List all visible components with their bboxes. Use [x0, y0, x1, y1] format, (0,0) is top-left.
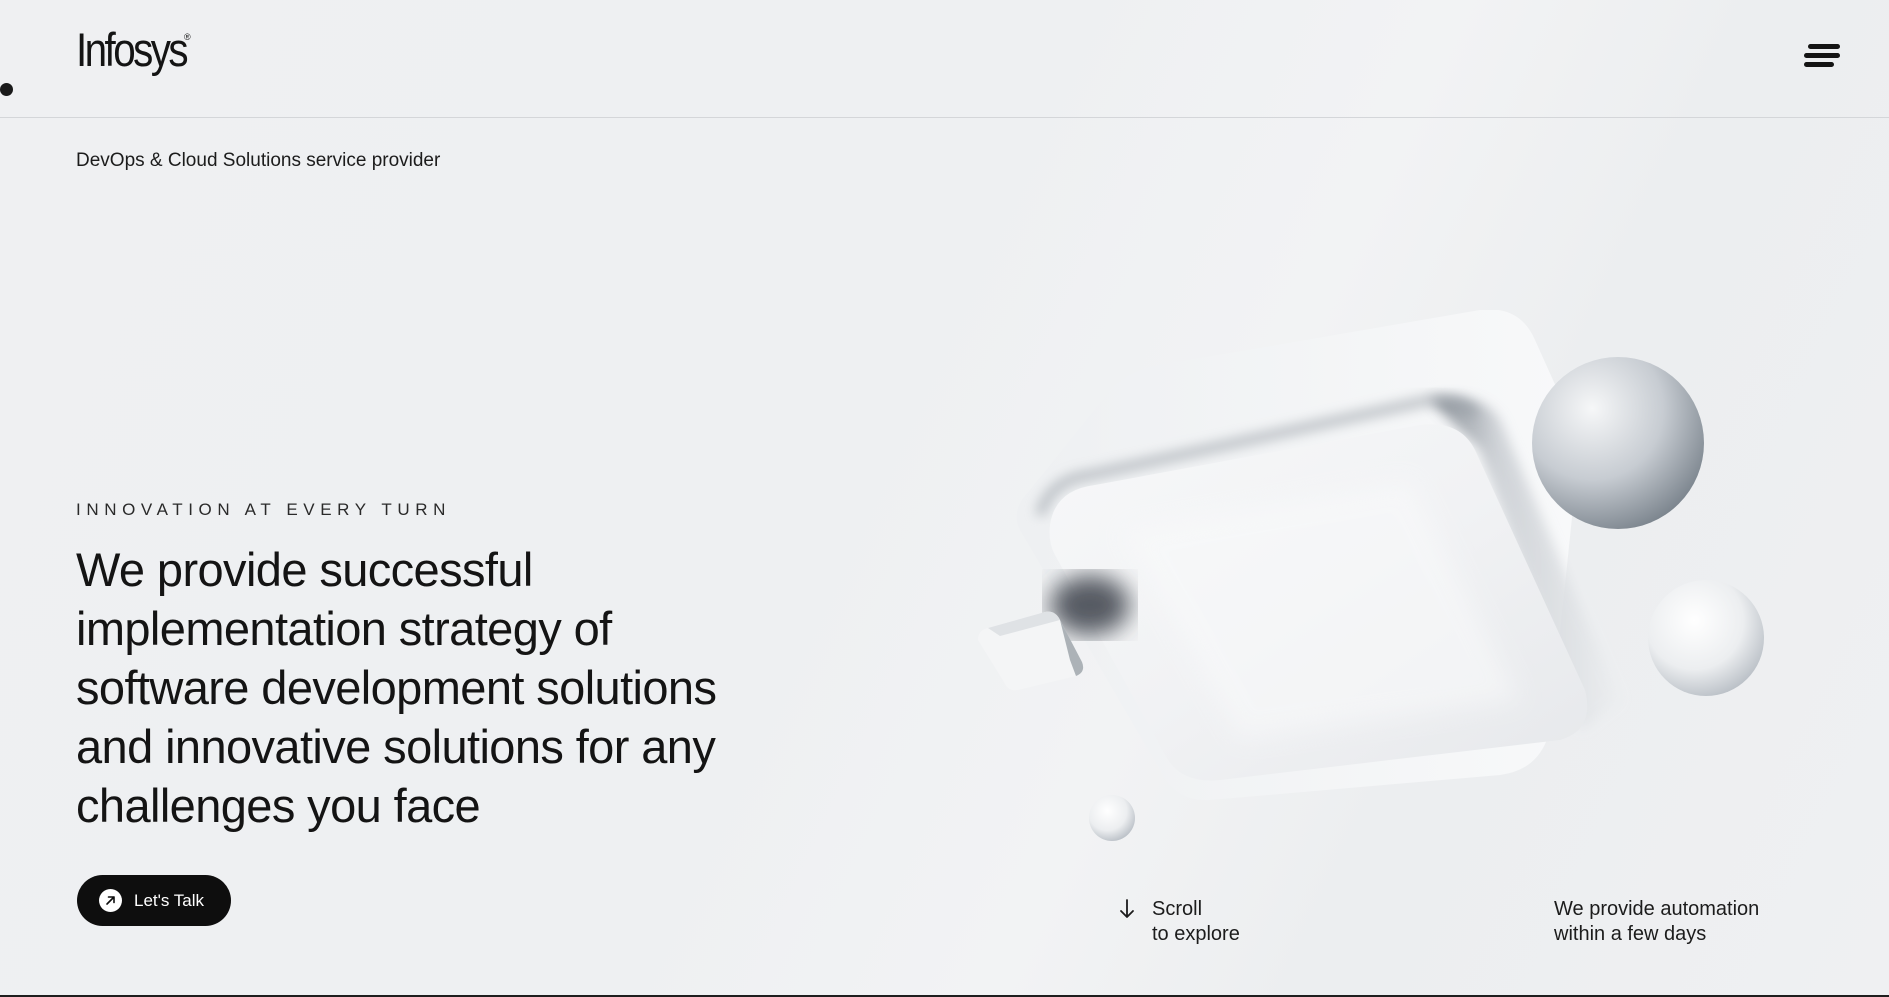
hamburger-menu-icon[interactable] — [1800, 44, 1840, 70]
automation-line-2: within a few days — [1554, 923, 1707, 945]
automation-line-1: We provide automation — [1554, 898, 1760, 920]
lets-talk-label: Let's Talk — [134, 890, 205, 910]
cursor-dot — [0, 83, 13, 96]
scroll-line-2: to explore — [1152, 923, 1240, 945]
menu-line — [1804, 62, 1834, 67]
arrow-up-right-icon — [99, 889, 122, 912]
site-header: Infosys ® — [0, 0, 1889, 118]
registered-mark: ® — [184, 32, 191, 42]
hero-eyebrow: INNOVATION AT EVERY TURN — [76, 500, 451, 519]
scroll-text: Scroll to explore — [1152, 897, 1240, 947]
service-tagline: DevOps & Cloud Solutions service provide… — [76, 150, 441, 171]
landing-page: Infosys ® DevOps & Cloud Solutions servi… — [0, 0, 1889, 997]
menu-line — [1808, 44, 1840, 49]
scroll-to-explore[interactable]: Scroll to explore — [1118, 897, 1240, 947]
hero-cube-illustration — [978, 310, 1764, 841]
infosys-logo[interactable]: Infosys — [76, 26, 189, 73]
arrow-down-icon — [1120, 899, 1134, 918]
lets-talk-button[interactable]: Let's Talk — [77, 875, 231, 926]
automation-note: We provide automation within a few days — [1554, 897, 1759, 947]
menu-line — [1804, 53, 1840, 58]
hero-headline: We provide successful implementation str… — [76, 543, 717, 832]
scroll-line-1: Scroll — [1152, 898, 1203, 920]
